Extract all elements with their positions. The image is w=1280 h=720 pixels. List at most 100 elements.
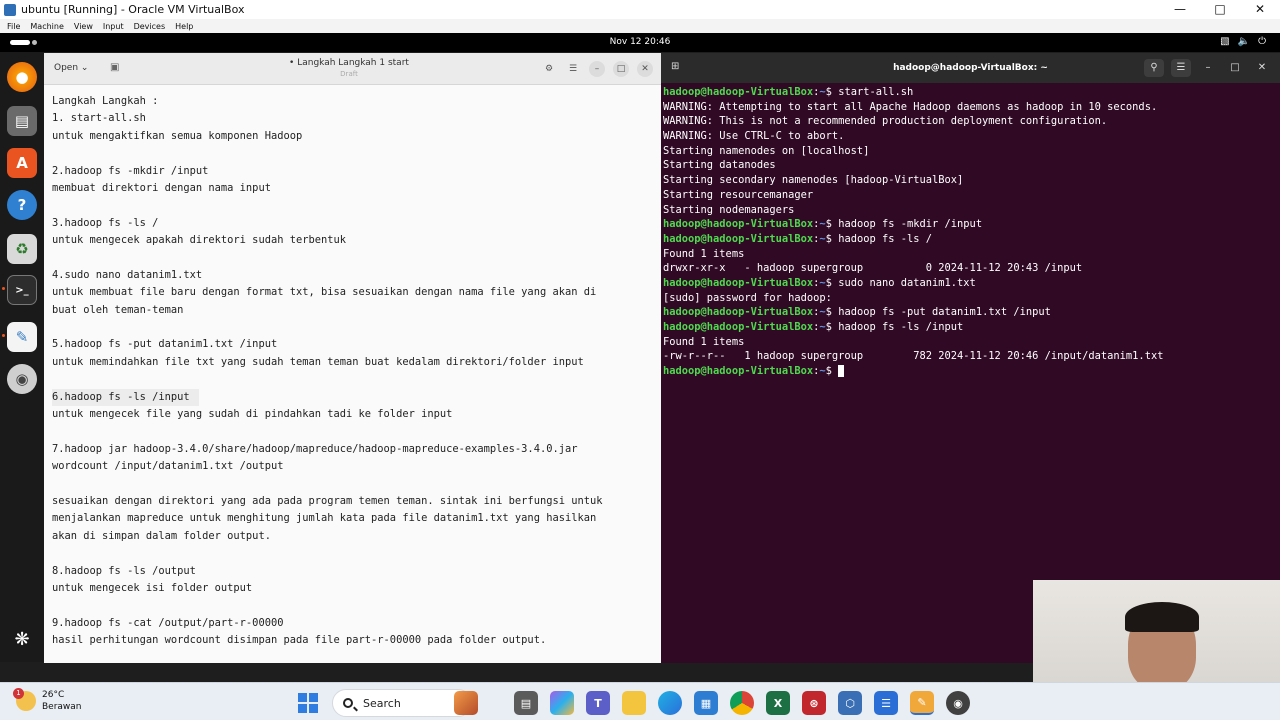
settings-icon[interactable]: ⚙ bbox=[541, 61, 557, 77]
widget-hills-icon[interactable] bbox=[454, 691, 478, 715]
prompt-user: hadoop@hadoop-VirtualBox bbox=[663, 306, 814, 319]
help-icon[interactable]: ? bbox=[7, 190, 37, 220]
menu-icon[interactable]: ☰ bbox=[565, 61, 581, 77]
command-text: hadoop fs -mkdir /input bbox=[838, 218, 983, 231]
text-editor-icon[interactable]: ✎ bbox=[7, 322, 37, 352]
terminal-header: ⊞ hadoop@hadoop-VirtualBox: ~ ⚲ ☰ – □ ✕ bbox=[661, 53, 1280, 83]
editor-line: Langkah Langkah : bbox=[52, 95, 159, 107]
obs-icon[interactable]: ◉ bbox=[946, 691, 970, 715]
editor-line: wordcount /input/datanim1.txt /output bbox=[52, 460, 284, 473]
editor-minimize-button[interactable]: – bbox=[589, 61, 605, 77]
terminal-command-line: hadoop@hadoop-VirtualBox:~$ hadoop fs -l… bbox=[663, 321, 964, 333]
terminal-output-line: Starting nodemanagers bbox=[663, 203, 795, 216]
task-view-icon[interactable]: ▤ bbox=[514, 691, 538, 715]
virtualbox-taskbar-icon[interactable]: ⬡ bbox=[838, 691, 862, 715]
editor-subtitle: Draft bbox=[340, 70, 358, 78]
prompt-user: hadoop@hadoop-VirtualBox bbox=[663, 218, 814, 231]
files-icon[interactable]: ▤ bbox=[7, 106, 37, 136]
sketch-app-icon[interactable]: ✎ bbox=[910, 691, 934, 715]
terminal-icon[interactable]: >_ bbox=[7, 275, 37, 305]
menu-file[interactable]: File bbox=[7, 22, 20, 31]
terminal-command-line: hadoop@hadoop-VirtualBox:~$ hadoop fs -p… bbox=[663, 306, 1051, 319]
menu-view[interactable]: View bbox=[74, 22, 93, 31]
menu-machine[interactable]: Machine bbox=[30, 22, 64, 31]
maximize-button[interactable]: □ bbox=[1200, 0, 1240, 19]
editor-line: 1. start-all.sh bbox=[52, 112, 146, 125]
editor-line: untuk mengecek file yang sudah di pindah… bbox=[52, 408, 453, 421]
software-center-icon[interactable]: A bbox=[7, 148, 37, 178]
terminal-close-button[interactable]: ✕ bbox=[1252, 59, 1272, 77]
search-icon bbox=[343, 698, 353, 708]
trash-icon[interactable]: ♻ bbox=[7, 234, 37, 264]
excel-icon[interactable]: X bbox=[766, 691, 790, 715]
editor-line: 2.hadoop fs -mkdir /input bbox=[52, 164, 209, 177]
terminal-output-line: Found 1 items bbox=[663, 247, 745, 260]
menu-devices[interactable]: Devices bbox=[134, 22, 166, 31]
terminal-command-line: hadoop@hadoop-VirtualBox:~$ hadoop fs -m… bbox=[663, 218, 983, 231]
notepad-icon[interactable]: ☰ bbox=[874, 691, 898, 715]
editor-line: untuk mengecek apakah direktori sudah te… bbox=[52, 234, 347, 247]
command-text: hadoop fs -ls / bbox=[838, 232, 933, 245]
terminal-minimize-button[interactable]: – bbox=[1198, 59, 1218, 77]
power-icon[interactable]: ⏻ bbox=[1258, 36, 1266, 47]
editor-line: untuk membuat file baru dengan format tx… bbox=[52, 286, 597, 299]
weather-temperature: 26°C bbox=[42, 690, 65, 700]
editor-line: 7.hadoop jar hadoop-3.4.0/share/hadoop/m… bbox=[52, 442, 578, 455]
open-button[interactable]: Open ⌄ bbox=[54, 63, 88, 73]
network-icon[interactable]: ▧ bbox=[1220, 36, 1229, 47]
editor-line: 3.hadoop fs -ls / bbox=[52, 216, 159, 229]
clock[interactable]: Nov 12 20:46 bbox=[0, 37, 1280, 47]
prompt-user: hadoop@hadoop-VirtualBox bbox=[663, 276, 814, 289]
terminal-command-line: hadoop@hadoop-VirtualBox:~$ hadoop fs -l… bbox=[663, 232, 933, 245]
taskbar-search[interactable]: Search bbox=[332, 689, 472, 717]
terminal-output[interactable]: hadoop@hadoop-VirtualBox:~$ start-all.sh… bbox=[663, 85, 1278, 379]
search-label: Search bbox=[363, 696, 401, 710]
search-icon[interactable]: ⚲ bbox=[1144, 59, 1164, 77]
edge-icon[interactable] bbox=[658, 691, 682, 715]
editor-close-button[interactable]: ✕ bbox=[637, 61, 653, 77]
terminal-output-line: Starting resourcemanager bbox=[663, 188, 814, 201]
show-apps-icon[interactable]: ❋ bbox=[7, 624, 37, 654]
terminal-output-line: Starting datanodes bbox=[663, 159, 776, 172]
store-icon[interactable]: ▦ bbox=[694, 691, 718, 715]
prompt-user: hadoop@hadoop-VirtualBox bbox=[663, 321, 814, 333]
editor-title: • Langkah Langkah 1 start bbox=[289, 58, 409, 68]
ubuntu-dock: ● ▤ A ? ♻ >_ ✎ ◉ ❋ bbox=[0, 52, 44, 662]
editor-line: 5.hadoop fs -put datanim1.txt /input bbox=[52, 338, 278, 351]
editor-line: untuk mengecek isi folder output bbox=[52, 581, 253, 594]
vbox-title-bar: ubuntu [Running] - Oracle VM VirtualBox … bbox=[0, 0, 1280, 19]
file-explorer-icon[interactable] bbox=[622, 691, 646, 715]
terminal-cursor bbox=[838, 365, 845, 378]
terminal-output-line: WARNING: Use CTRL-C to abort. bbox=[663, 130, 845, 143]
menu-input[interactable]: Input bbox=[103, 22, 124, 31]
command-text: start-all.sh bbox=[838, 86, 914, 98]
volume-icon[interactable]: 🔈 bbox=[1238, 36, 1250, 47]
weather-widget[interactable]: 1 26°C Berawan bbox=[13, 688, 82, 713]
chrome-icon[interactable] bbox=[730, 691, 754, 715]
close-button[interactable]: ✕ bbox=[1240, 0, 1280, 19]
teams-icon[interactable]: T bbox=[586, 691, 610, 715]
terminal-output-line: Found 1 items bbox=[663, 335, 745, 348]
editor-maximize-button[interactable]: □ bbox=[613, 61, 629, 77]
command-text: hadoop fs -ls /input bbox=[838, 321, 964, 333]
firefox-icon[interactable]: ● bbox=[7, 62, 37, 92]
editor-text-area[interactable]: Langkah Langkah : 1. start-all.sh untuk me… bbox=[52, 93, 652, 650]
copilot-icon[interactable] bbox=[550, 691, 574, 715]
minimize-button[interactable]: — bbox=[1160, 0, 1200, 19]
start-button[interactable] bbox=[296, 691, 320, 715]
prompt-user: hadoop@hadoop-VirtualBox bbox=[663, 365, 814, 378]
weather-condition: Berawan bbox=[42, 702, 82, 712]
terminal-output-line: drwxr-xr-x - hadoop supergroup 0 2024-11… bbox=[663, 262, 1083, 275]
mendeley-icon[interactable]: ⊛ bbox=[802, 691, 826, 715]
terminal-maximize-button[interactable]: □ bbox=[1225, 59, 1245, 77]
disc-icon[interactable]: ◉ bbox=[7, 364, 37, 394]
new-document-icon[interactable]: ▣ bbox=[110, 62, 119, 73]
menu-help[interactable]: Help bbox=[175, 22, 193, 31]
hamburger-menu-icon[interactable]: ☰ bbox=[1171, 59, 1191, 77]
